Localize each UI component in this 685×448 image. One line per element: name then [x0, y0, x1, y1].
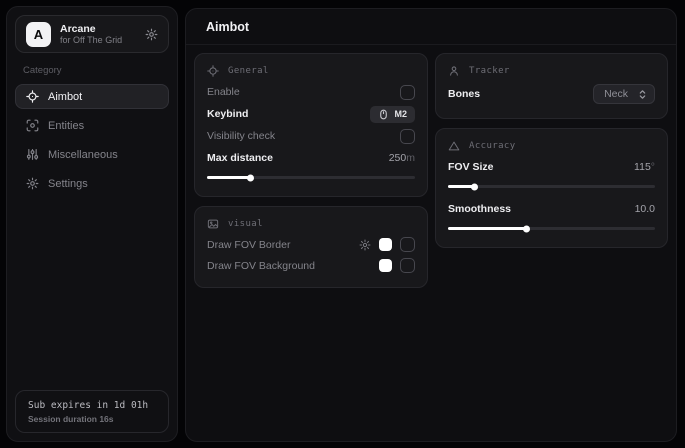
keybind-label: Keybind [207, 108, 248, 120]
fov-size-slider[interactable] [448, 185, 655, 188]
category-label: Category [23, 65, 161, 76]
sub-expiry-text: Sub expires in 1d 01h [28, 400, 156, 411]
tracker-card: Tracker Bones Neck [435, 53, 668, 119]
enable-checkbox[interactable] [400, 85, 415, 100]
bones-row: Bones Neck [448, 81, 655, 107]
scan-icon [26, 119, 39, 132]
gear-icon [26, 177, 39, 190]
slider-thumb[interactable] [471, 183, 478, 190]
enable-label: Enable [207, 86, 240, 98]
max-distance-unit: m [406, 152, 415, 164]
visual-card: visual Draw FOV Border [194, 206, 428, 288]
app-name: Arcane [60, 23, 136, 35]
sidebar-item-label: Miscellaneous [48, 149, 118, 161]
visibility-checkbox[interactable] [400, 129, 415, 144]
bones-label: Bones [448, 88, 480, 100]
card-title: General [228, 66, 269, 76]
sidebar-item-miscellaneous[interactable]: Miscellaneous [15, 142, 169, 167]
keybind-button[interactable]: M2 [370, 106, 415, 123]
max-distance-label: Max distance [207, 152, 273, 164]
bones-select[interactable]: Neck [593, 84, 655, 104]
crosshair-icon [207, 65, 220, 77]
fov-size-label: FOV Size [448, 161, 494, 173]
page-header: Aimbot [186, 9, 676, 45]
smoothness-slider[interactable] [448, 227, 655, 230]
smoothness-value: 10.0 [635, 203, 655, 215]
gear-icon[interactable] [359, 239, 371, 251]
mouse-icon [378, 109, 389, 120]
accuracy-card: Accuracy FOV Size 115° Smoothness 10.0 [435, 128, 668, 248]
bones-value: Neck [604, 88, 628, 100]
max-distance-slider[interactable] [207, 176, 415, 179]
smoothness-label: Smoothness [448, 203, 511, 215]
fov-size-row: FOV Size 115° [448, 156, 655, 178]
fov-border-checkbox[interactable] [400, 237, 415, 252]
color-swatch[interactable] [379, 238, 392, 251]
visibility-check-row: Visibility check [207, 125, 415, 147]
sidebar-nav: Aimbot Entities Miscellaneous [7, 84, 177, 196]
fov-size-unit: ° [651, 161, 655, 173]
sidebar-item-label: Settings [48, 178, 88, 190]
fov-size-value: 115 [634, 161, 651, 173]
gear-icon[interactable] [145, 28, 158, 41]
fov-background-checkbox[interactable] [400, 258, 415, 273]
crosshair-icon [26, 90, 39, 103]
sidebar-item-settings[interactable]: Settings [15, 171, 169, 196]
keybind-row: Keybind M2 [207, 103, 415, 125]
fov-border-label: Draw FOV Border [207, 239, 290, 251]
card-title: Tracker [469, 66, 510, 76]
app-subtitle: for Off The Grid [60, 35, 136, 45]
triangle-icon [448, 140, 461, 152]
keybind-value: M2 [394, 109, 407, 119]
sidebar: A Arcane for Off The Grid Category Aimbo… [6, 6, 178, 442]
fov-background-row: Draw FOV Background [207, 255, 415, 276]
app-header-card: A Arcane for Off The Grid [15, 15, 169, 53]
color-swatch[interactable] [379, 259, 392, 272]
fov-size-group: FOV Size 115° [448, 156, 655, 188]
person-icon [448, 65, 461, 77]
page-title: Aimbot [206, 20, 249, 34]
card-title: visual [228, 219, 263, 229]
fov-border-row: Draw FOV Border [207, 234, 415, 255]
card-title: Accuracy [469, 141, 516, 151]
sidebar-item-label: Aimbot [48, 91, 82, 103]
sidebar-item-label: Entities [48, 120, 84, 132]
chevron-up-down-icon [637, 89, 648, 100]
slider-thumb[interactable] [247, 174, 254, 181]
enable-row: Enable [207, 81, 415, 103]
slider-thumb[interactable] [523, 225, 530, 232]
general-card: General Enable Keybind M2 [194, 53, 428, 197]
sidebar-item-entities[interactable]: Entities [15, 113, 169, 138]
smoothness-group: Smoothness 10.0 [448, 198, 655, 230]
max-distance-value: 250 [389, 152, 407, 164]
sliders-icon [26, 148, 39, 161]
image-icon [207, 218, 220, 230]
max-distance-group: Max distance 250m [207, 147, 415, 179]
smoothness-row: Smoothness 10.0 [448, 198, 655, 220]
fov-background-label: Draw FOV Background [207, 260, 315, 272]
max-distance-row: Max distance 250m [207, 147, 415, 169]
visibility-check-label: Visibility check [207, 130, 275, 142]
sidebar-item-aimbot[interactable]: Aimbot [15, 84, 169, 109]
session-duration-text: Session duration 16s [28, 414, 156, 424]
main-panel: Aimbot General Enable [185, 8, 677, 442]
subscription-card: Sub expires in 1d 01h Session duration 1… [15, 390, 169, 433]
app-logo: A [26, 22, 51, 47]
